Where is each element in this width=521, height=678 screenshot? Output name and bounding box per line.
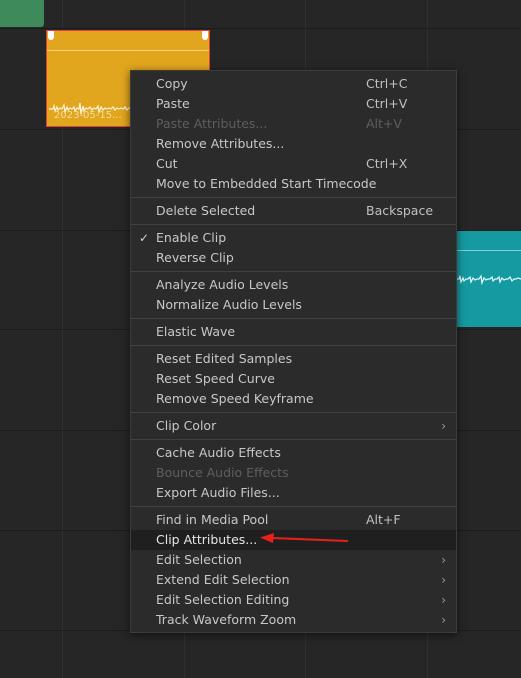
menu-item-clip-color[interactable]: Clip Color › xyxy=(131,416,456,436)
menu-item-move-to-start-timecode[interactable]: Move to Embedded Start Timecode xyxy=(131,174,456,194)
audio-clip-green[interactable] xyxy=(0,0,44,27)
menu-item-export-audio-files[interactable]: Export Audio Files... xyxy=(131,483,456,503)
clip-context-menu: Copy Ctrl+C Paste Ctrl+V Paste Attribute… xyxy=(130,70,457,633)
menu-item-reset-speed-curve[interactable]: Reset Speed Curve xyxy=(131,369,456,389)
menu-item-elastic-wave[interactable]: Elastic Wave xyxy=(131,322,456,342)
menu-item-find-in-media-pool[interactable]: Find in Media Pool Alt+F xyxy=(131,510,456,530)
check-icon: ✓ xyxy=(139,231,150,245)
menu-separator xyxy=(131,439,456,440)
menu-separator xyxy=(131,412,456,413)
menu-separator xyxy=(131,318,456,319)
chevron-right-icon: › xyxy=(441,593,446,607)
menu-item-track-waveform-zoom[interactable]: Track Waveform Zoom › xyxy=(131,610,456,630)
waveform-icon xyxy=(456,274,521,286)
menu-item-paste[interactable]: Paste Ctrl+V xyxy=(131,94,456,114)
track-divider xyxy=(0,28,521,29)
chevron-right-icon: › xyxy=(441,419,446,433)
menu-item-delete-selected[interactable]: Delete Selected Backspace xyxy=(131,201,456,221)
menu-separator xyxy=(131,197,456,198)
chevron-right-icon: › xyxy=(441,553,446,567)
menu-separator xyxy=(131,271,456,272)
chevron-right-icon: › xyxy=(441,573,446,587)
menu-separator xyxy=(131,345,456,346)
menu-item-remove-attributes[interactable]: Remove Attributes... xyxy=(131,134,456,154)
clip-volume-line[interactable] xyxy=(47,50,209,51)
shortcut-label: Backspace xyxy=(366,203,434,218)
menu-item-edit-selection[interactable]: Edit Selection › xyxy=(131,550,456,570)
clip-volume-line[interactable] xyxy=(456,250,521,251)
clip-name-label: 2023-05-15... xyxy=(54,110,122,121)
menu-item-normalize-audio-levels[interactable]: Normalize Audio Levels xyxy=(131,295,456,315)
menu-item-paste-attributes: Paste Attributes... Alt+V xyxy=(131,114,456,134)
menu-item-cut[interactable]: Cut Ctrl+X xyxy=(131,154,456,174)
annotation-arrow-icon xyxy=(260,533,349,543)
menu-item-analyze-audio-levels[interactable]: Analyze Audio Levels xyxy=(131,275,456,295)
menu-separator xyxy=(131,506,456,507)
menu-item-edit-selection-editing[interactable]: Edit Selection Editing › xyxy=(131,590,456,610)
shortcut-label: Alt+F xyxy=(366,512,401,527)
clip-fade-handle-left[interactable] xyxy=(48,31,54,40)
menu-item-extend-edit-selection[interactable]: Extend Edit Selection › xyxy=(131,570,456,590)
menu-item-cache-audio-effects[interactable]: Cache Audio Effects xyxy=(131,443,456,463)
menu-item-copy[interactable]: Copy Ctrl+C xyxy=(131,74,456,94)
shortcut-label: Ctrl+C xyxy=(366,76,408,91)
menu-item-bounce-audio-effects: Bounce Audio Effects xyxy=(156,465,289,480)
clip-fade-handle-right[interactable] xyxy=(202,31,208,40)
menu-item-reset-edited-samples[interactable]: Reset Edited Samples xyxy=(131,349,456,369)
shortcut-label: Alt+V xyxy=(366,116,402,131)
chevron-right-icon: › xyxy=(441,613,446,627)
menu-item-enable-clip[interactable]: ✓ Enable Clip xyxy=(131,228,456,248)
shortcut-label: Ctrl+V xyxy=(366,96,408,111)
menu-item-remove-speed-keyframe[interactable]: Remove Speed Keyframe xyxy=(131,389,456,409)
menu-separator xyxy=(131,224,456,225)
audio-clip-teal[interactable] xyxy=(456,231,521,327)
menu-item-reverse-clip[interactable]: Reverse Clip xyxy=(131,248,456,268)
shortcut-label: Ctrl+X xyxy=(366,156,408,171)
